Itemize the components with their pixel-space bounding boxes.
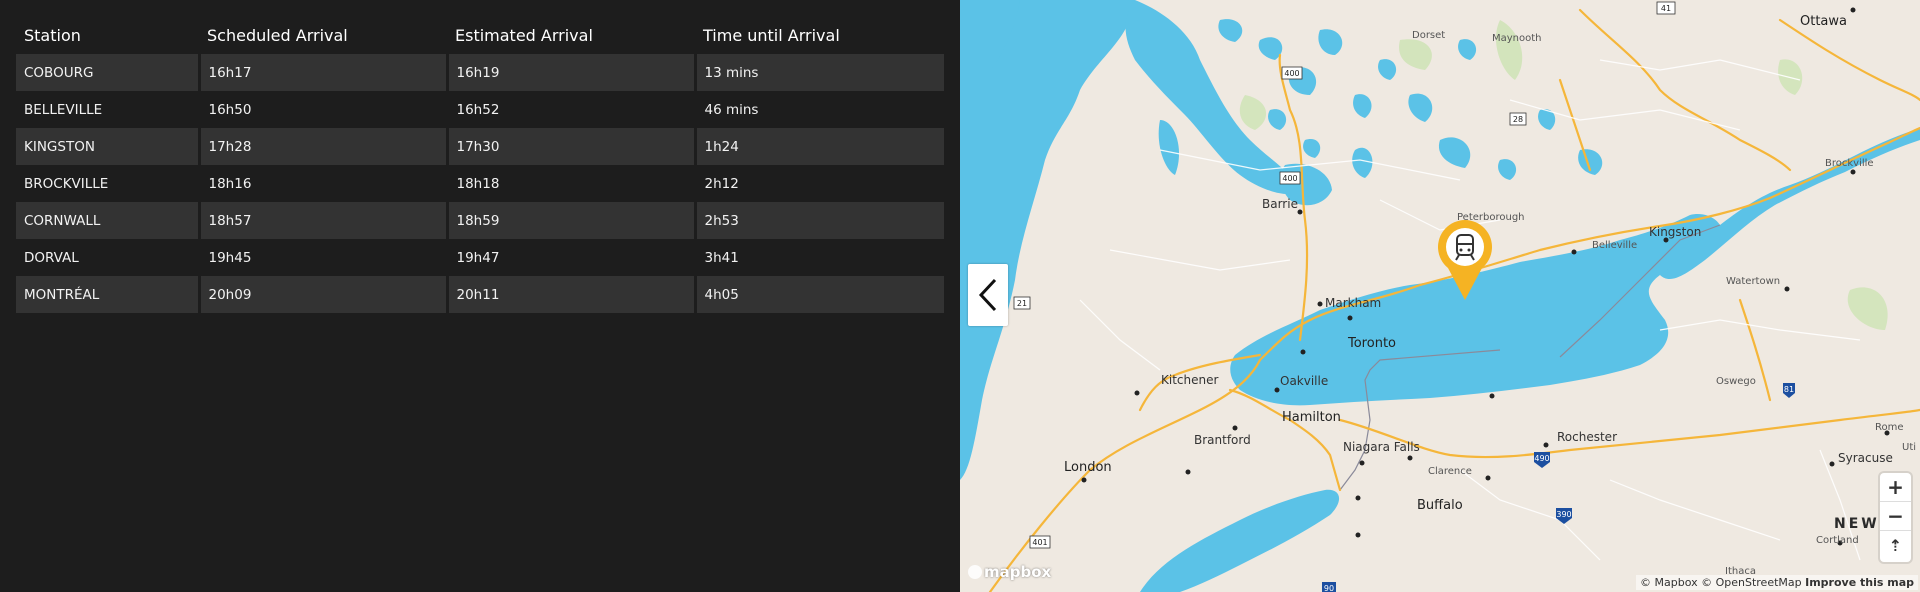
city-label: Cortland (1816, 535, 1859, 546)
header-scheduled-arrival: Scheduled Arrival (207, 26, 348, 45)
city-label: Niagara Falls (1343, 440, 1420, 454)
city-label: Dorset (1412, 30, 1446, 41)
scheduled-cell: 20h09 (199, 276, 449, 313)
time-until-cell: 4h05 (695, 276, 944, 313)
city-label: Uti (1902, 442, 1917, 453)
city-label: Oakville (1280, 374, 1329, 388)
table-row: KINGSTON 17h28 17h30 1h24 (16, 128, 944, 165)
scheduled-cell: 17h28 (199, 128, 449, 165)
table-row: COBOURG 16h17 16h19 13 mins (16, 54, 944, 91)
city-label: Ottawa (1800, 14, 1847, 29)
city-label: Barrie (1262, 197, 1298, 211)
scheduled-cell: 18h16 (199, 165, 449, 202)
station-cell: BELLEVILLE (16, 91, 201, 128)
estimated-cell: 16h52 (447, 91, 697, 128)
mapbox-logo-icon (968, 565, 982, 579)
city-label: Brantford (1194, 433, 1251, 447)
zoom-in-button[interactable]: + (1880, 473, 1911, 502)
header-time-until-arrival: Time until Arrival (703, 26, 840, 45)
zoom-controls: + − ⇡ (1880, 473, 1911, 562)
svg-text:401: 401 (1032, 538, 1047, 547)
scheduled-cell: 19h45 (199, 239, 449, 276)
estimated-cell: 19h47 (447, 239, 697, 276)
schedule-table: Station Scheduled Arrival Estimated Arri… (16, 17, 944, 313)
table-row: DORVAL 19h45 19h47 3h41 (16, 239, 944, 276)
zoom-out-button[interactable]: − (1880, 502, 1911, 531)
svg-text:400: 400 (1284, 69, 1299, 78)
svg-text:490: 490 (1534, 454, 1549, 463)
time-until-cell: 1h24 (695, 128, 944, 165)
city-label: Oswego (1716, 376, 1756, 387)
city-label: Kitchener (1161, 373, 1219, 387)
table-header-row: Station Scheduled Arrival Estimated Arri… (16, 17, 944, 54)
header-estimated-arrival: Estimated Arrival (455, 26, 593, 45)
svg-text:28: 28 (1513, 115, 1523, 124)
city-label: Brockville (1825, 158, 1874, 169)
scheduled-cell: 16h50 (199, 91, 449, 128)
city-label: London (1064, 460, 1112, 475)
table-row: BELLEVILLE 16h50 16h52 46 mins (16, 91, 944, 128)
city-label: Maynooth (1492, 33, 1542, 44)
city-label: Watertown (1726, 276, 1781, 287)
city-label: Clarence (1428, 466, 1472, 477)
station-cell: BROCKVILLE (16, 165, 201, 202)
improve-map-link[interactable]: Improve this map (1805, 576, 1914, 589)
chevron-left-icon (978, 278, 997, 312)
scheduled-cell: 16h17 (199, 54, 449, 91)
mapbox-logo[interactable]: mapbox (968, 563, 1051, 581)
city-label: Markham (1325, 296, 1382, 310)
schedule-panel: Station Scheduled Arrival Estimated Arri… (0, 0, 960, 592)
city-label: Syracuse (1838, 451, 1893, 465)
train-marker-icon[interactable] (1438, 220, 1492, 302)
table-row: MONTRÉAL 20h09 20h11 4h05 (16, 276, 944, 313)
city-label: Toronto (1348, 336, 1396, 351)
time-until-cell: 3h41 (695, 239, 944, 276)
city-label: Rome (1875, 422, 1904, 433)
estimated-cell: 17h30 (447, 128, 697, 165)
header-station: Station (24, 26, 81, 45)
city-label: Belleville (1592, 240, 1638, 251)
scheduled-cell: 18h57 (199, 202, 449, 239)
table-row: BROCKVILLE 18h16 18h18 2h12 (16, 165, 944, 202)
city-label: Buffalo (1417, 498, 1463, 513)
time-until-cell: 2h53 (695, 202, 944, 239)
svg-text:81: 81 (1784, 385, 1794, 394)
compass-button[interactable]: ⇡ (1880, 531, 1911, 560)
station-cell: CORNWALL (16, 202, 201, 239)
table-row: CORNWALL 18h57 18h59 2h53 (16, 202, 944, 239)
time-until-cell: 46 mins (695, 91, 944, 128)
estimated-cell: 20h11 (447, 276, 697, 313)
estimated-cell: 18h18 (447, 165, 697, 202)
city-label: Kingston (1649, 225, 1702, 239)
estimated-cell: 16h19 (447, 54, 697, 91)
svg-text:21: 21 (1017, 299, 1027, 308)
collapse-panel-button[interactable] (968, 264, 1008, 326)
svg-text:41: 41 (1661, 4, 1671, 13)
map-attribution: © Mapbox © OpenStreetMap Improve this ma… (1636, 575, 1918, 590)
city-label: Rochester (1557, 430, 1617, 444)
station-cell: DORVAL (16, 239, 201, 276)
time-until-cell: 13 mins (695, 54, 944, 91)
svg-text:90: 90 (1324, 584, 1334, 592)
station-cell: KINGSTON (16, 128, 201, 165)
svg-text:390: 390 (1556, 510, 1571, 519)
estimated-cell: 18h59 (447, 202, 697, 239)
station-cell: MONTRÉAL (16, 276, 201, 313)
svg-text:400: 400 (1282, 174, 1297, 183)
city-label: Hamilton (1282, 410, 1341, 425)
time-until-cell: 2h12 (695, 165, 944, 202)
station-cell: COBOURG (16, 54, 201, 91)
map-canvas[interactable]: 41 400 28 400 21 401 490 390 81 90 Ottaw… (960, 0, 1920, 592)
